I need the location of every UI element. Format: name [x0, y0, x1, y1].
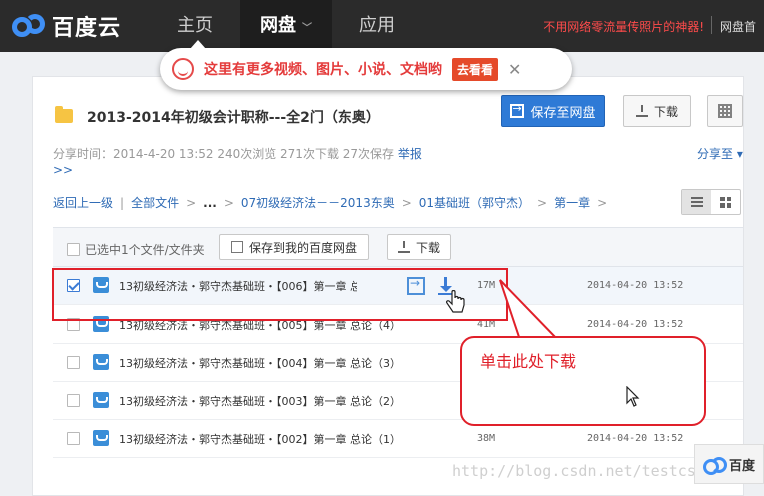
breadcrumb-separator: >: [401, 195, 412, 210]
share-to-link[interactable]: 分享至 ▾: [697, 145, 743, 162]
promo-bubble-text: 这里有更多视频、图片、小说、文档哟: [204, 62, 442, 78]
breadcrumb: 返回上一级 | 全部文件 > ... > 07初级经济法－－2013东奥 > 0…: [53, 194, 614, 211]
watermark: http://blog.csdn.net/testcs_dn: [452, 462, 723, 480]
row-checkbox[interactable]: [67, 356, 80, 369]
cloud-logo-icon: [703, 456, 727, 475]
breadcrumb-divider: |: [120, 195, 125, 210]
breadcrumb-separator: >: [186, 195, 197, 210]
list-icon: [690, 197, 703, 207]
file-name[interactable]: 13初级经济法・郭守杰基础班・【002】第一章 总论（1）: [119, 431, 401, 447]
breadcrumb-item[interactable]: 07初级经济法－－2013东奥: [241, 194, 395, 211]
breadcrumb-back[interactable]: 返回上一级: [53, 194, 113, 211]
go-see-button[interactable]: 去看看: [452, 57, 499, 81]
share-stats: 分享时间：2014-4-20 13:52 240次浏览 271次下载 27次保存: [53, 147, 395, 161]
cloud-logo-icon: [10, 11, 48, 41]
video-file-icon: [93, 354, 109, 370]
netdisk-home-link[interactable]: 网盘首: [720, 18, 764, 35]
toolbar-download-button[interactable]: 下载: [387, 234, 451, 260]
save-icon: [510, 102, 525, 118]
folder-icon: [55, 106, 73, 123]
file-date: 2014-04-20 13:52: [587, 319, 684, 330]
breadcrumb-item[interactable]: 第一章: [554, 194, 590, 211]
file-name[interactable]: 13初级经济法・郭守杰基础班・【004】第一章 总论（3）: [119, 355, 401, 371]
corner-badge-text: 百度: [729, 458, 756, 474]
baidu-corner-badge[interactable]: 百度: [694, 444, 764, 484]
save-to-netdisk-button[interactable]: 保存至网盘: [501, 95, 605, 127]
more-link[interactable]: >>: [53, 163, 73, 177]
file-date: 2014-04-20 13:52: [587, 433, 684, 444]
annotation-highlight-box: [52, 268, 508, 321]
hand-cursor-icon: [446, 290, 465, 313]
nav-apps[interactable]: 应用: [340, 0, 414, 52]
save-to-my-netdisk-label: 保存到我的百度网盘: [248, 240, 357, 255]
selection-count: 已选中1个文件/文件夹: [85, 243, 205, 257]
save-to-my-netdisk-button[interactable]: 保存到我的百度网盘: [219, 234, 369, 260]
file-date: 2014-04-20 13:52: [587, 280, 684, 291]
breadcrumb-ellipsis[interactable]: ...: [203, 196, 217, 210]
promo-link[interactable]: 不用网络零流量传照片的神器!: [543, 18, 704, 35]
share-title: 2013-2014年初级会计职称---全2门（东奥）: [87, 110, 380, 126]
breadcrumb-all-files[interactable]: 全部文件: [131, 194, 179, 211]
breadcrumb-item[interactable]: 01基础班（郭守杰）: [419, 194, 530, 211]
save-icon: [230, 241, 243, 253]
download-icon: [635, 105, 648, 117]
breadcrumb-separator: >: [597, 195, 608, 210]
download-button[interactable]: 下载: [623, 95, 691, 127]
grid-icon: [720, 196, 731, 208]
file-toolbar: 已选中1个文件/文件夹 保存到我的百度网盘 下载: [53, 227, 743, 267]
nav-netdisk[interactable]: 网盘 ﹀: [240, 0, 332, 52]
breadcrumb-separator: >: [223, 195, 234, 210]
file-name[interactable]: 13初级经济法・郭守杰基础班・【003】第一章 总论（2）: [119, 393, 401, 409]
annotation-callout: 单击此处下载: [460, 336, 706, 426]
report-link[interactable]: 举报: [398, 147, 422, 161]
callout-text: 单击此处下载: [480, 352, 577, 371]
row-checkbox[interactable]: [67, 394, 80, 407]
arrow-cursor-icon: [626, 386, 640, 407]
view-toggle: [681, 189, 741, 215]
logo-text: 百度云: [52, 16, 122, 41]
chevron-down-icon: ▾: [733, 147, 743, 161]
list-view-button[interactable]: [682, 190, 711, 214]
close-icon[interactable]: ✕: [508, 60, 521, 79]
top-nav-bar: 百度云 主页 网盘 ﹀ 应用 不用网络零流量传照片的神器! 网盘首: [0, 0, 764, 52]
download-icon: [397, 241, 410, 253]
row-checkbox[interactable]: [67, 432, 80, 445]
video-file-icon: [93, 430, 109, 446]
promo-bubble: 这里有更多视频、图片、小说、文档哟 去看看 ✕: [160, 40, 572, 90]
smiley-icon: [172, 58, 194, 80]
download-label: 下载: [653, 104, 678, 119]
baidu-cloud-logo[interactable]: 百度云: [10, 10, 121, 42]
qrcode-icon: [718, 104, 732, 118]
share-meta: 分享时间：2014-4-20 13:52 240次浏览 271次下载 27次保存…: [53, 145, 422, 162]
toolbar-download-label: 下载: [415, 240, 440, 255]
qrcode-button[interactable]: [707, 95, 743, 127]
nav-netdisk-label: 网盘: [260, 15, 296, 36]
file-size: 38M: [477, 433, 496, 444]
video-file-icon: [93, 392, 109, 408]
breadcrumb-separator: >: [537, 195, 548, 210]
select-all-checkbox[interactable]: [67, 243, 80, 256]
save-to-netdisk-label: 保存至网盘: [530, 105, 596, 121]
chevron-down-icon: ﹀: [302, 23, 312, 34]
share-to-label: 分享至: [697, 147, 734, 161]
grid-view-button[interactable]: [711, 190, 740, 214]
nav-divider: [711, 16, 712, 34]
